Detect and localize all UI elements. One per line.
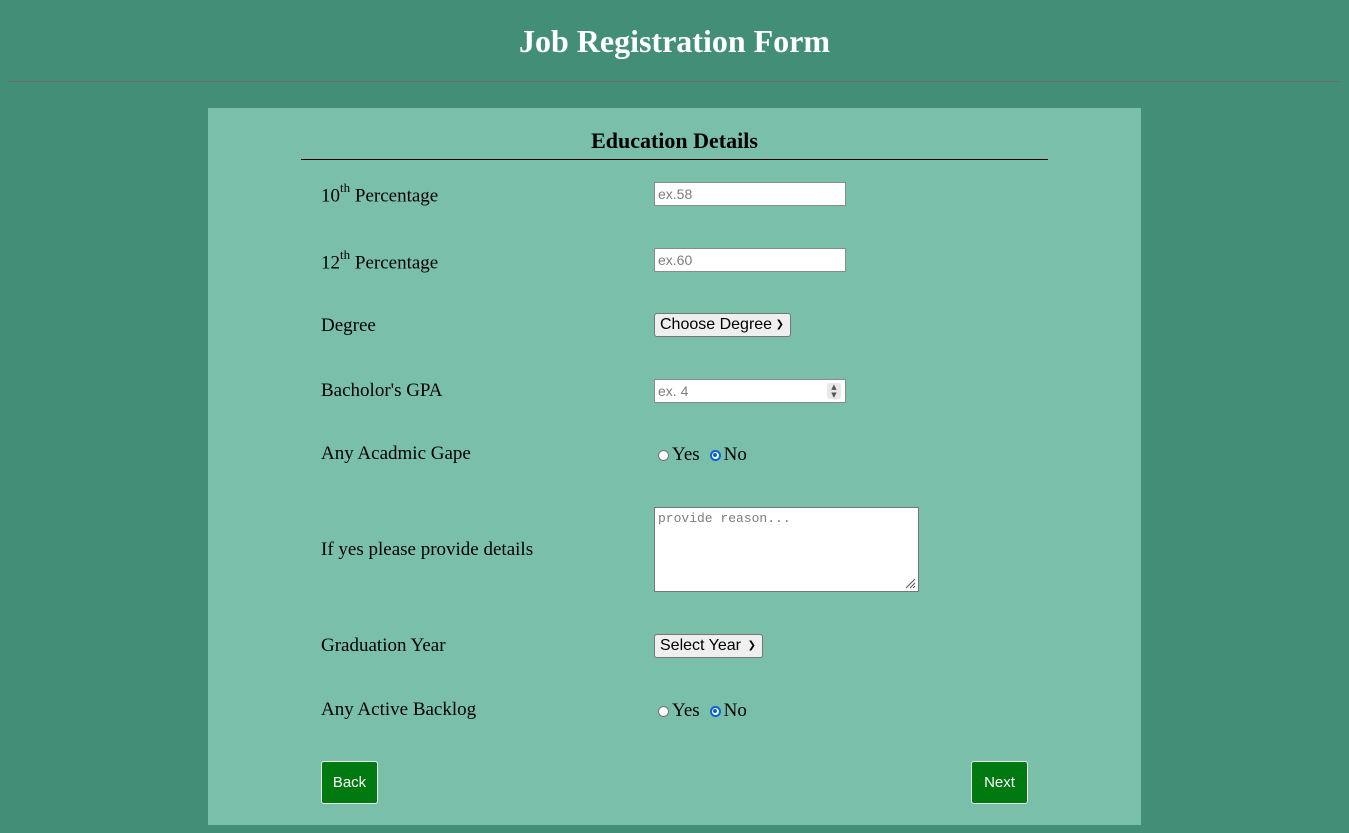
chevron-down-icon: ❯ <box>775 319 784 330</box>
academic-gap-yes-option[interactable]: Yes <box>658 444 700 466</box>
back-button[interactable]: Back <box>321 761 378 804</box>
academic-gap-radio-group: Yes No <box>658 443 757 467</box>
header-divider <box>8 81 1340 82</box>
academic-gap-label: Any Acadmic Gape <box>321 443 471 464</box>
graduation-year-select[interactable]: Select Year ❯ <box>654 634 763 658</box>
graduation-year-label: Graduation Year <box>321 635 446 656</box>
gpa-label: Bacholor's GPA <box>321 380 443 401</box>
education-panel: Education Details 10th Percentage 12th P… <box>208 108 1141 825</box>
tenth-percentage-label: 10th Percentage <box>321 180 439 207</box>
academic-gap-no-radio[interactable] <box>709 449 721 461</box>
gpa-input[interactable] <box>655 380 821 402</box>
gpa-number-field[interactable]: ▲▼ <box>654 379 846 403</box>
degree-select[interactable]: Choose Degree ❯ <box>654 313 791 337</box>
backlog-yes-option[interactable]: Yes <box>658 700 700 722</box>
details-textarea[interactable]: provide reason... <box>654 507 919 592</box>
resize-handle-icon[interactable] <box>904 577 916 589</box>
academic-gap-no-option[interactable]: No <box>709 444 747 466</box>
academic-gap-yes-radio[interactable] <box>658 449 669 461</box>
tenth-percentage-input[interactable] <box>654 182 846 206</box>
backlog-no-radio[interactable] <box>709 705 721 717</box>
section-divider <box>301 159 1048 160</box>
backlog-label: Any Active Backlog <box>321 699 477 720</box>
twelfth-percentage-input[interactable] <box>654 248 846 272</box>
backlog-yes-radio[interactable] <box>658 705 669 717</box>
next-button[interactable]: Next <box>971 761 1028 804</box>
section-title: Education Details <box>591 128 758 153</box>
page-title: Job Registration Form <box>518 23 831 59</box>
chevron-down-icon: ❯ <box>747 640 756 651</box>
backlog-no-option[interactable]: No <box>709 700 747 722</box>
spinner-icon[interactable]: ▲ ▼ <box>827 383 841 399</box>
backlog-radio-group: Yes No <box>658 699 757 723</box>
twelfth-percentage-label: 12th Percentage <box>321 247 439 274</box>
details-label: If yes please provide details <box>321 539 534 560</box>
degree-label: Degree <box>321 315 376 336</box>
